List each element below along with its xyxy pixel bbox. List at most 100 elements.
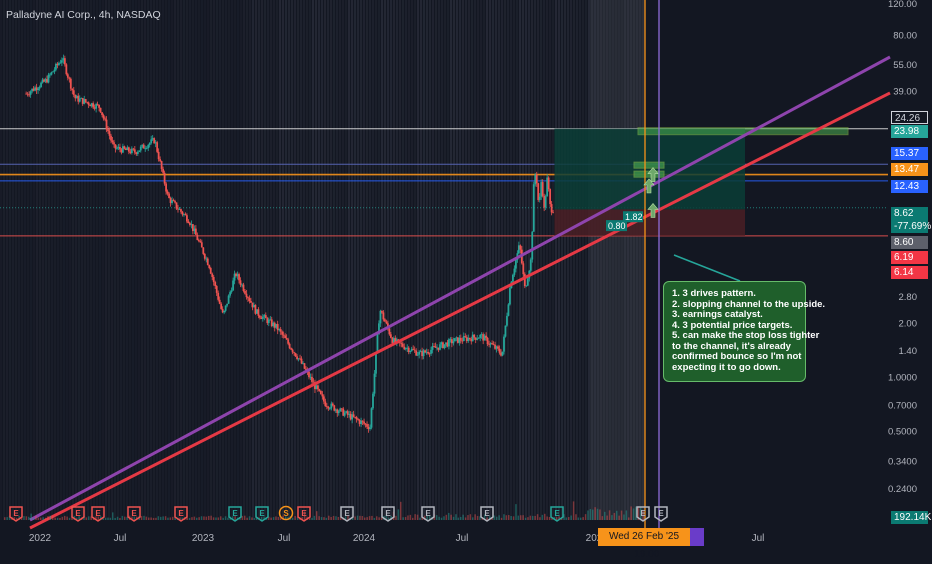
session-band xyxy=(225,0,227,520)
volume-bar xyxy=(630,506,632,520)
candle-body xyxy=(206,258,209,266)
session-band xyxy=(387,0,389,520)
candle-body xyxy=(321,394,324,397)
volume-bar xyxy=(625,510,628,520)
price-chart[interactable]: 0.801.82 E E E E E E E S E E E E E E E E 120.00 80.00 55.00… xyxy=(0,0,932,550)
session-band xyxy=(141,0,143,520)
volume-bar xyxy=(373,517,376,520)
annotation-note[interactable]: 1. 3 drives pattern. 2. slopping channel… xyxy=(663,281,825,382)
volume-bar xyxy=(404,517,407,520)
candle-body xyxy=(38,87,41,89)
volume-bar xyxy=(198,517,200,520)
candle-body xyxy=(72,90,75,95)
candle-body xyxy=(311,376,313,382)
volume-bar xyxy=(64,515,66,520)
session-band xyxy=(114,0,116,520)
session-band xyxy=(36,0,38,520)
volume-bar xyxy=(148,517,150,520)
volume-bar xyxy=(4,517,6,520)
volume-bar xyxy=(244,515,246,520)
session-band xyxy=(126,0,128,520)
candle-body xyxy=(111,140,114,143)
candle-body xyxy=(401,343,404,347)
candle-body xyxy=(388,328,391,335)
volume-bar xyxy=(59,517,61,520)
candle-body xyxy=(53,69,56,72)
volume-bar xyxy=(512,516,515,520)
candle-body xyxy=(47,74,50,83)
candle-body xyxy=(163,172,166,184)
x-tick-label: Jul xyxy=(278,533,291,544)
volume-bar xyxy=(527,517,529,520)
event-marker-label: E xyxy=(259,509,265,518)
session-band xyxy=(192,0,194,520)
candle-body xyxy=(519,245,522,250)
volume-bar xyxy=(476,515,479,520)
vertical-line-badge xyxy=(690,528,704,546)
candle-body xyxy=(257,309,260,316)
session-band xyxy=(423,0,425,520)
session-band xyxy=(564,0,566,520)
y-tick-label: 120.00 xyxy=(888,0,917,10)
volume-bar xyxy=(611,515,613,520)
price-label: 8.62 xyxy=(891,207,928,220)
candle-body xyxy=(375,352,377,374)
annotation-line: 5. can make the stop loss tighter xyxy=(672,330,820,341)
session-band xyxy=(426,0,428,520)
session-band xyxy=(501,0,503,520)
session-band xyxy=(468,0,470,520)
candle-body xyxy=(114,144,117,149)
candle-body xyxy=(261,316,264,319)
volume-bar xyxy=(270,517,272,520)
session-band xyxy=(258,0,260,520)
volume-bar xyxy=(37,517,40,520)
session-band xyxy=(18,0,20,520)
volume-bar xyxy=(601,516,604,520)
candle-body xyxy=(92,103,95,108)
candle-body xyxy=(509,288,511,305)
candle-body xyxy=(430,349,432,354)
volume-bar xyxy=(193,516,196,520)
session-band xyxy=(51,0,53,520)
volume-bar xyxy=(6,517,8,520)
session-band xyxy=(321,0,323,520)
session-band xyxy=(399,0,401,520)
candle-body xyxy=(400,342,403,344)
candle-body xyxy=(245,293,248,298)
volume-bar xyxy=(608,510,611,520)
candle-body xyxy=(370,408,373,428)
candle-body xyxy=(194,228,197,235)
candle-body xyxy=(40,82,42,88)
candle-body xyxy=(473,334,476,338)
session-band xyxy=(249,0,251,520)
volume-bar xyxy=(378,517,380,520)
session-band xyxy=(282,0,284,520)
session-band xyxy=(324,0,326,520)
session-band xyxy=(237,0,239,520)
session-band xyxy=(297,0,299,520)
session-band xyxy=(435,0,437,520)
session-band xyxy=(411,0,413,520)
volume-bar xyxy=(52,515,54,520)
price-label: 23.98 xyxy=(891,125,928,138)
volume-bar xyxy=(474,514,476,520)
candle-body xyxy=(208,265,211,269)
volume-bar xyxy=(200,516,203,520)
candle-body xyxy=(308,371,310,378)
volume-bar xyxy=(467,515,469,520)
volume-bar xyxy=(376,516,378,520)
session-band xyxy=(111,0,113,520)
event-marker-label: E xyxy=(425,509,431,518)
volume-bar xyxy=(493,515,496,520)
candle-body xyxy=(218,299,221,304)
volume-bar xyxy=(580,517,582,520)
candle-body xyxy=(476,338,479,340)
session-band xyxy=(150,0,152,520)
volume-bar xyxy=(337,516,340,520)
crosshair-date: Wed 26 Feb '25 xyxy=(608,531,680,542)
candle-body xyxy=(453,338,456,342)
price-label: 6.14 xyxy=(891,266,928,279)
candle-body xyxy=(226,303,229,306)
session-band xyxy=(471,0,473,520)
volume-bar xyxy=(116,516,119,520)
